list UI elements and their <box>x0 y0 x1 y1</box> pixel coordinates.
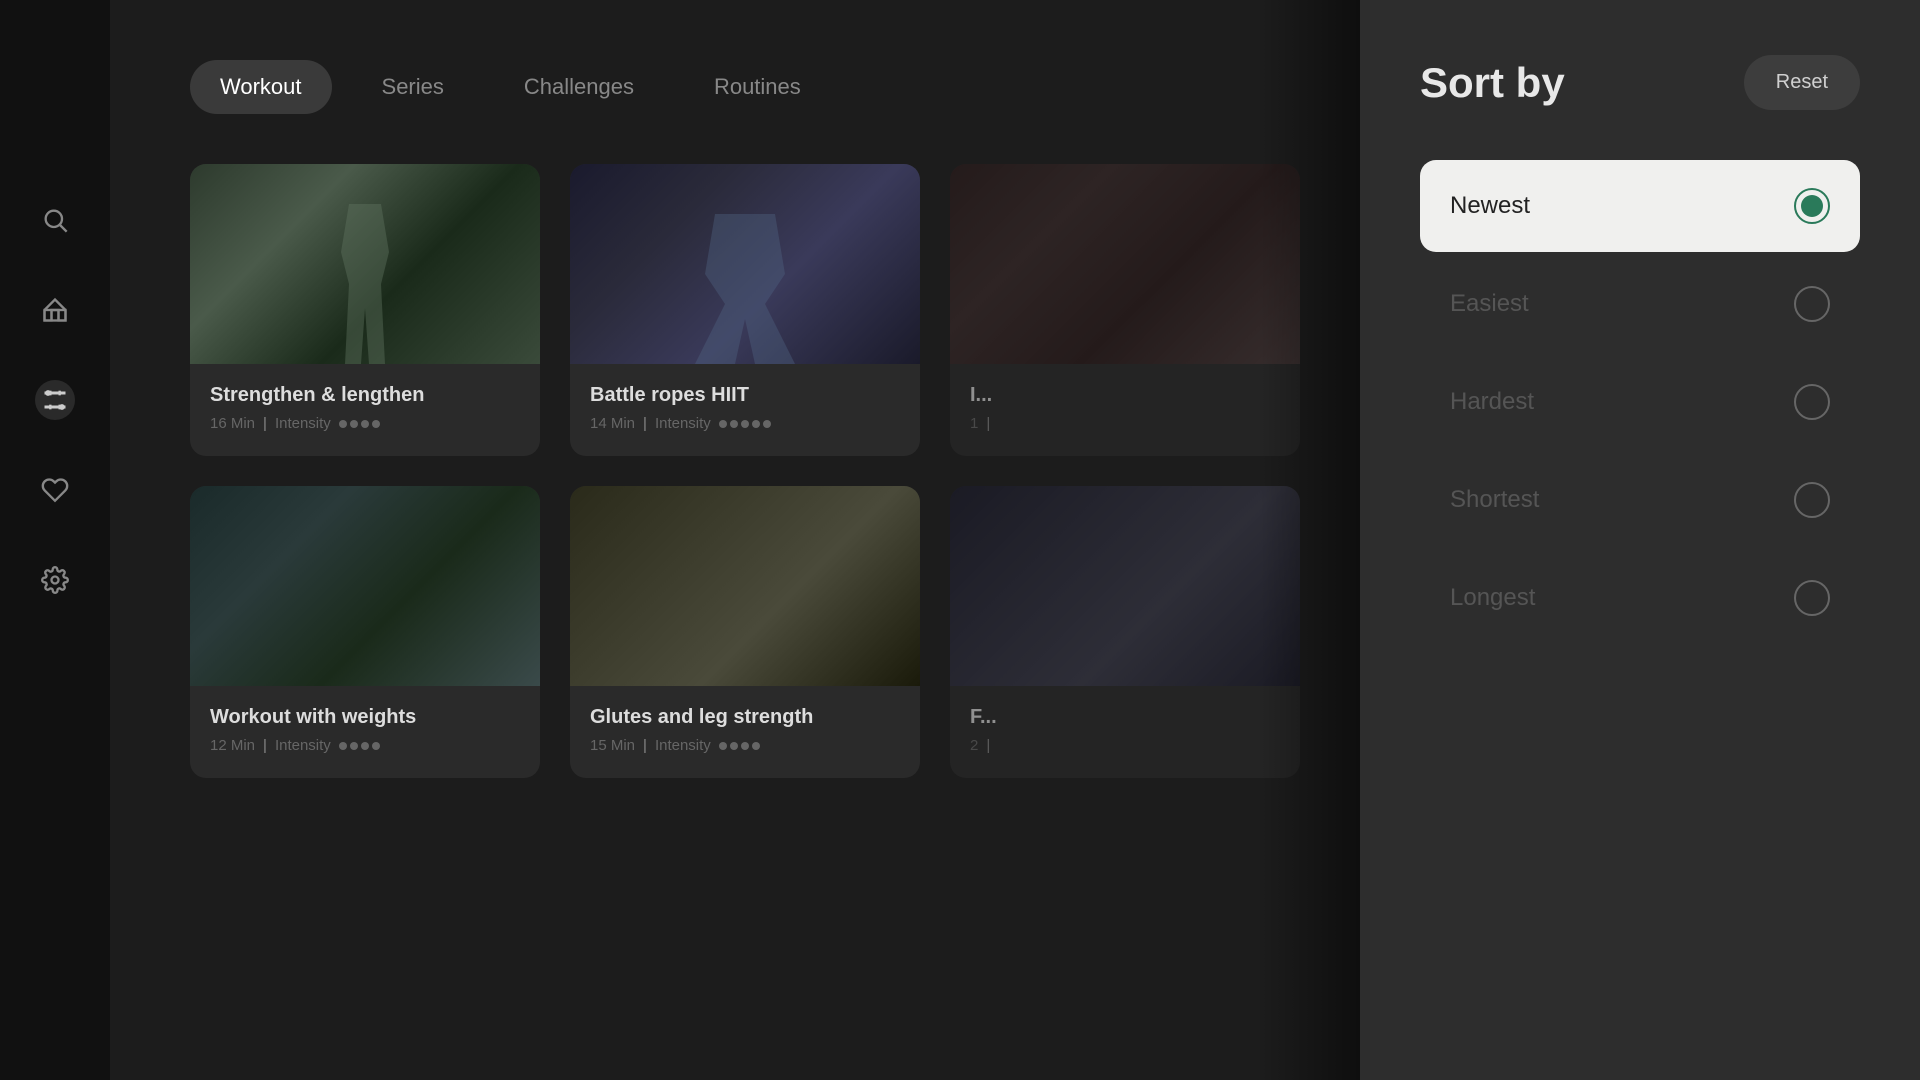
sort-panel: Sort by Reset Newest Easiest Hardest Sho… <box>1360 0 1920 1080</box>
home-icon[interactable] <box>35 290 75 330</box>
sort-option-label: Newest <box>1450 192 1530 220</box>
workout-card-info: Strengthen & lengthen 16 Min | Intensity <box>190 364 540 456</box>
radio-circle <box>1794 286 1830 322</box>
intensity-label: Intensity <box>655 737 711 754</box>
meta-separator: | <box>643 415 647 432</box>
search-icon[interactable] <box>35 200 75 240</box>
sort-title: Sort by <box>1420 59 1565 107</box>
workout-card-image <box>570 486 920 686</box>
workout-card-info: I... 1 | <box>950 364 1300 456</box>
meta-separator: | <box>263 737 267 754</box>
tabs-container: Workout Series Challenges Routines <box>190 60 1300 114</box>
workout-title: Workout with weights <box>210 706 520 729</box>
workout-duration: 14 Min <box>590 415 635 432</box>
tab-workout[interactable]: Workout <box>190 60 332 114</box>
workout-title: F... <box>970 706 1280 729</box>
intensity-label: Intensity <box>275 415 331 432</box>
sort-option-easiest[interactable]: Easiest <box>1420 258 1860 350</box>
workout-meta: 1 | <box>970 415 1280 432</box>
workout-duration: 12 Min <box>210 737 255 754</box>
workout-card[interactable]: Battle ropes HIIT 14 Min | Intensity <box>570 164 920 456</box>
meta-separator: | <box>643 737 647 754</box>
sort-option-label: Shortest <box>1450 486 1539 514</box>
workout-icon[interactable] <box>35 380 75 420</box>
main-content: Workout Series Challenges Routines Stren… <box>110 0 1360 1080</box>
sort-option-shortest[interactable]: Shortest <box>1420 454 1860 546</box>
workout-card[interactable]: Strengthen & lengthen 16 Min | Intensity <box>190 164 540 456</box>
workout-card-image <box>190 164 540 364</box>
intensity-dots <box>719 742 760 750</box>
settings-icon[interactable] <box>35 560 75 600</box>
workout-card[interactable]: Glutes and leg strength 15 Min | Intensi… <box>570 486 920 778</box>
sort-option-label: Easiest <box>1450 290 1529 318</box>
meta-separator: | <box>986 737 990 754</box>
workout-card-info: Workout with weights 12 Min | Intensity <box>190 686 540 778</box>
sort-option-hardest[interactable]: Hardest <box>1420 356 1860 448</box>
workout-duration: 16 Min <box>210 415 255 432</box>
radio-circle <box>1794 384 1830 420</box>
workout-title: I... <box>970 384 1280 407</box>
workout-title: Strengthen & lengthen <box>210 384 520 407</box>
workout-meta: 12 Min | Intensity <box>210 737 520 754</box>
workout-duration: 15 Min <box>590 737 635 754</box>
radio-circle <box>1794 482 1830 518</box>
sidebar <box>0 0 110 1080</box>
tab-series[interactable]: Series <box>352 60 474 114</box>
sort-option-label: Longest <box>1450 584 1535 612</box>
intensity-label: Intensity <box>655 415 711 432</box>
workout-meta: 16 Min | Intensity <box>210 415 520 432</box>
workout-card-image <box>950 164 1300 364</box>
reset-button[interactable]: Reset <box>1744 55 1860 110</box>
intensity-dots <box>339 420 380 428</box>
favorites-icon[interactable] <box>35 470 75 510</box>
workout-card-image <box>190 486 540 686</box>
workout-meta: 2 | <box>970 737 1280 754</box>
radio-circle <box>1794 188 1830 224</box>
workout-card[interactable]: F... 2 | <box>950 486 1300 778</box>
workout-grid: Strengthen & lengthen 16 Min | Intensity <box>190 164 1300 778</box>
workout-card-image <box>570 164 920 364</box>
meta-separator: | <box>986 415 990 432</box>
sort-option-newest[interactable]: Newest <box>1420 160 1860 252</box>
workout-card-image <box>950 486 1300 686</box>
radio-circle <box>1794 580 1830 616</box>
sort-header: Sort by Reset <box>1420 55 1860 110</box>
workout-card[interactable]: Workout with weights 12 Min | Intensity <box>190 486 540 778</box>
meta-separator: | <box>263 415 267 432</box>
workout-card-info: F... 2 | <box>950 686 1300 778</box>
workout-title: Glutes and leg strength <box>590 706 900 729</box>
workout-card[interactable]: I... 1 | <box>950 164 1300 456</box>
tab-routines[interactable]: Routines <box>684 60 831 114</box>
workout-card-info: Battle ropes HIIT 14 Min | Intensity <box>570 364 920 456</box>
workout-duration: 1 <box>970 415 978 432</box>
workout-card-info: Glutes and leg strength 15 Min | Intensi… <box>570 686 920 778</box>
workout-duration: 2 <box>970 737 978 754</box>
workout-title: Battle ropes HIIT <box>590 384 900 407</box>
sort-options: Newest Easiest Hardest Shortest Longest <box>1420 160 1860 644</box>
sort-option-label: Hardest <box>1450 388 1534 416</box>
tab-challenges[interactable]: Challenges <box>494 60 664 114</box>
intensity-dots <box>719 420 771 428</box>
radio-inner <box>1801 195 1823 217</box>
intensity-label: Intensity <box>275 737 331 754</box>
workout-meta: 15 Min | Intensity <box>590 737 900 754</box>
workout-meta: 14 Min | Intensity <box>590 415 900 432</box>
intensity-dots <box>339 742 380 750</box>
sort-option-longest[interactable]: Longest <box>1420 552 1860 644</box>
